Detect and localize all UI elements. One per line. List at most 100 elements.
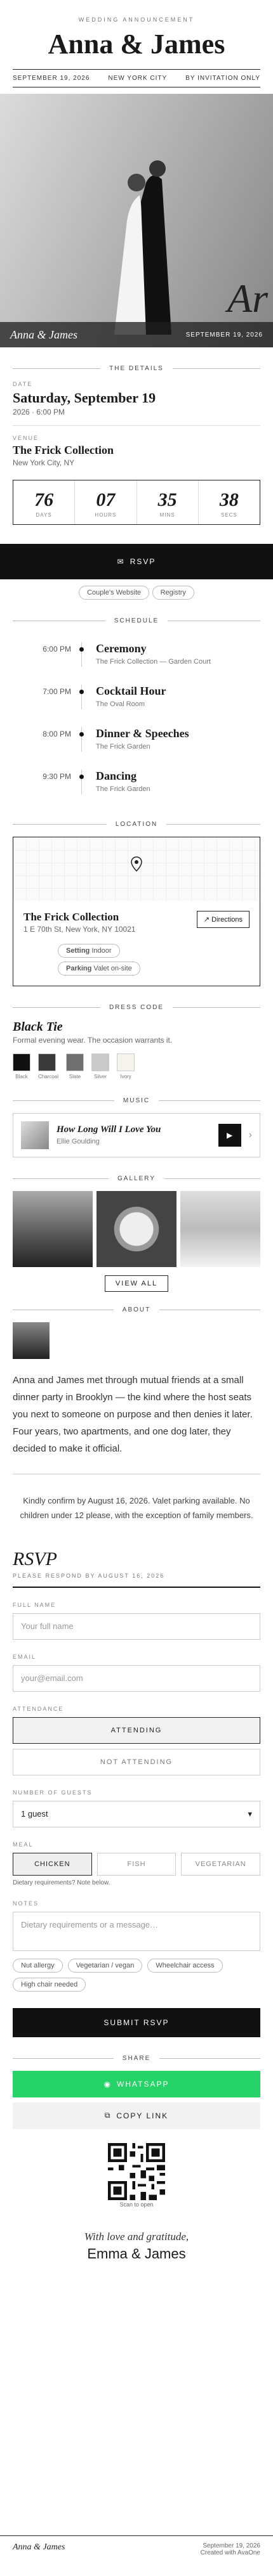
schedule-place: The Frick Garden (96, 743, 150, 750)
schedule-time: 7:00 PM (43, 687, 71, 696)
submit-rsvp-button[interactable]: SUBMIT RSVP (13, 2007, 260, 2037)
about-photo (13, 1322, 50, 1359)
parking-key: Parking (66, 965, 92, 972)
rsvp-title: RSVP (13, 1548, 57, 1569)
section-title-share: SHARE (13, 2055, 260, 2062)
message-icon: ✉ (117, 557, 125, 566)
not-attending-option[interactable]: NOT ATTENDING (13, 1748, 260, 1775)
footer-brand: Anna & James (13, 2542, 65, 2552)
scan-caption: Scan to open (119, 2201, 154, 2208)
attending-option[interactable]: ATTENDING (13, 1716, 260, 1744)
gallery-photo[interactable] (13, 1191, 93, 1267)
notes-textarea[interactable]: Dietary requirements or a message… (13, 1911, 260, 1951)
meal-label: MEAL (13, 1841, 34, 1848)
setting-tag: Setting Indoor (58, 944, 120, 958)
schedule-item: 8:00 PM Dinner & Speeches The Frick Garden (13, 718, 260, 761)
email-input[interactable]: your@email.com (13, 1665, 260, 1692)
directions-label: Directions (211, 916, 243, 924)
map[interactable] (13, 837, 260, 901)
section-title-about: ABOUT (13, 1306, 260, 1313)
swatch: Charcoal (38, 1053, 58, 1079)
email-label: EMAIL (13, 1653, 37, 1660)
swatch: Ivory (117, 1053, 135, 1079)
rsvp-note: Kindly confirm by August 16, 2026. Valet… (20, 1496, 253, 1521)
countdown-mins: 35 MINS (137, 480, 199, 524)
gallery-photo[interactable] (97, 1191, 176, 1267)
dress-name: Black Tie (13, 1020, 63, 1034)
meal-fish[interactable]: FISH (97, 1852, 176, 1876)
swatch-label: Silver (94, 1074, 107, 1079)
guests-select[interactable]: 1 guest ▾ (13, 1800, 260, 1827)
schedule-event: Dinner & Speeches (96, 727, 189, 740)
section-title-details: THE DETAILS (13, 365, 260, 372)
meal-chicken[interactable]: CHICKEN (13, 1852, 92, 1876)
location-venue: The Frick Collection (23, 911, 119, 923)
parking-value: Valet on-site (93, 965, 132, 972)
swatches: Black Charcoal Slate Silver Ivory (13, 1053, 260, 1079)
kicker: WEDDING ANNOUNCEMENT (78, 16, 195, 23)
guests-label: NUMBER OF GUESTS (13, 1789, 93, 1796)
footer-bar: Anna & James September 19, 2026 Created w… (0, 2535, 273, 2563)
details: DATE Saturday, September 19 2026 · 6:00 … (13, 381, 260, 467)
venue-value: The Frick Collection (13, 444, 114, 456)
copy-link-label: COPY LINK (116, 2111, 169, 2120)
meta-date: SEPTEMBER 19, 2026 (13, 75, 90, 82)
countdown-unit: HOURS (95, 512, 117, 518)
schedule-place: The Frick Collection — Garden Court (96, 658, 211, 666)
song-title: How Long Will I Love You (57, 1124, 161, 1135)
schedule-item: 7:00 PM Cocktail Hour The Oval Room (13, 676, 260, 718)
link-icon: ⧉ (104, 2111, 112, 2120)
directions-button[interactable]: ↗ Directions (196, 911, 250, 928)
schedule-time: 8:00 PM (43, 730, 71, 738)
whatsapp-button[interactable]: ◉ WHATSAPP (13, 2070, 260, 2097)
tag-vegetarian[interactable]: Vegetarian / vegan (67, 1958, 143, 1973)
section-title-location: LOCATION (13, 821, 260, 828)
tag-high-chair[interactable]: High chair needed (13, 1977, 86, 1992)
gallery-photo[interactable] (180, 1191, 260, 1267)
schedule-event: Dancing (96, 770, 137, 782)
meta-access: BY INVITATION ONLY (185, 75, 260, 82)
meal-vegetarian[interactable]: VEGETARIAN (181, 1852, 261, 1876)
swatch-label: Black (15, 1074, 28, 1079)
countdown-unit: MINS (159, 512, 175, 518)
hero-names: Anna & James (10, 328, 77, 341)
location-card: The Frick Collection 1 E 70th St, New Yo… (13, 837, 260, 986)
meta-city: NEW YORK CITY (108, 75, 168, 82)
meal-note: Dietary requirements? Note below. (13, 1879, 110, 1886)
notes-label: NOTES (13, 1900, 39, 1907)
more-icon[interactable]: › (249, 1130, 252, 1141)
page-title: Anna & James (48, 29, 225, 60)
album-art (21, 1121, 49, 1149)
hero-photo: Ar Anna & James SEPTEMBER 19, 2026 (0, 94, 273, 347)
view-all-button[interactable]: VIEW ALL (104, 1275, 169, 1292)
play-button[interactable]: ▶ (218, 1124, 241, 1147)
footer-credit[interactable]: Created with AvaOne (201, 2549, 260, 2556)
couple-photo (114, 160, 171, 335)
setting-key: Setting (66, 947, 90, 955)
countdown-secs: 38 SECS (199, 480, 260, 524)
footer-names: Emma & James (87, 2245, 186, 2262)
countdown-number: 07 (96, 489, 116, 510)
venue-label: VENUE (13, 435, 39, 441)
tag-wheelchair[interactable]: Wheelchair access (147, 1958, 223, 1973)
section-title-dress: DRESS CODE (13, 1004, 260, 1011)
schedule-event: Cocktail Hour (96, 685, 166, 697)
section-title-schedule: SCHEDULE (13, 617, 260, 624)
countdown-unit: DAYS (36, 512, 52, 518)
website-link[interactable]: Couple's Website (79, 586, 150, 600)
tag-nut-allergy[interactable]: Nut allergy (13, 1958, 63, 1973)
guests-value: 1 guest (21, 1809, 48, 1819)
registry-link[interactable]: Registry (152, 586, 194, 600)
copy-link-button[interactable]: ⧉ COPY LINK (13, 2102, 260, 2129)
external-link-icon: ↗ (203, 916, 210, 924)
rsvp-bar-button[interactable]: ✉ RSVP (0, 544, 273, 579)
rsvp-deadline: PLEASE RESPOND BY AUGUST 16, 2026 (13, 1572, 165, 1579)
schedule-time: 6:00 PM (43, 645, 71, 654)
name-input[interactable]: Your full name (13, 1613, 260, 1640)
name-label: FULL NAME (13, 1601, 57, 1608)
swatch: Slate (66, 1053, 84, 1079)
parking-tag: Parking Valet on-site (58, 962, 140, 976)
venue-city: New York City, NY (13, 458, 75, 467)
hero-caption: Anna & James SEPTEMBER 19, 2026 (0, 322, 273, 347)
countdown-number: 76 (34, 489, 54, 510)
